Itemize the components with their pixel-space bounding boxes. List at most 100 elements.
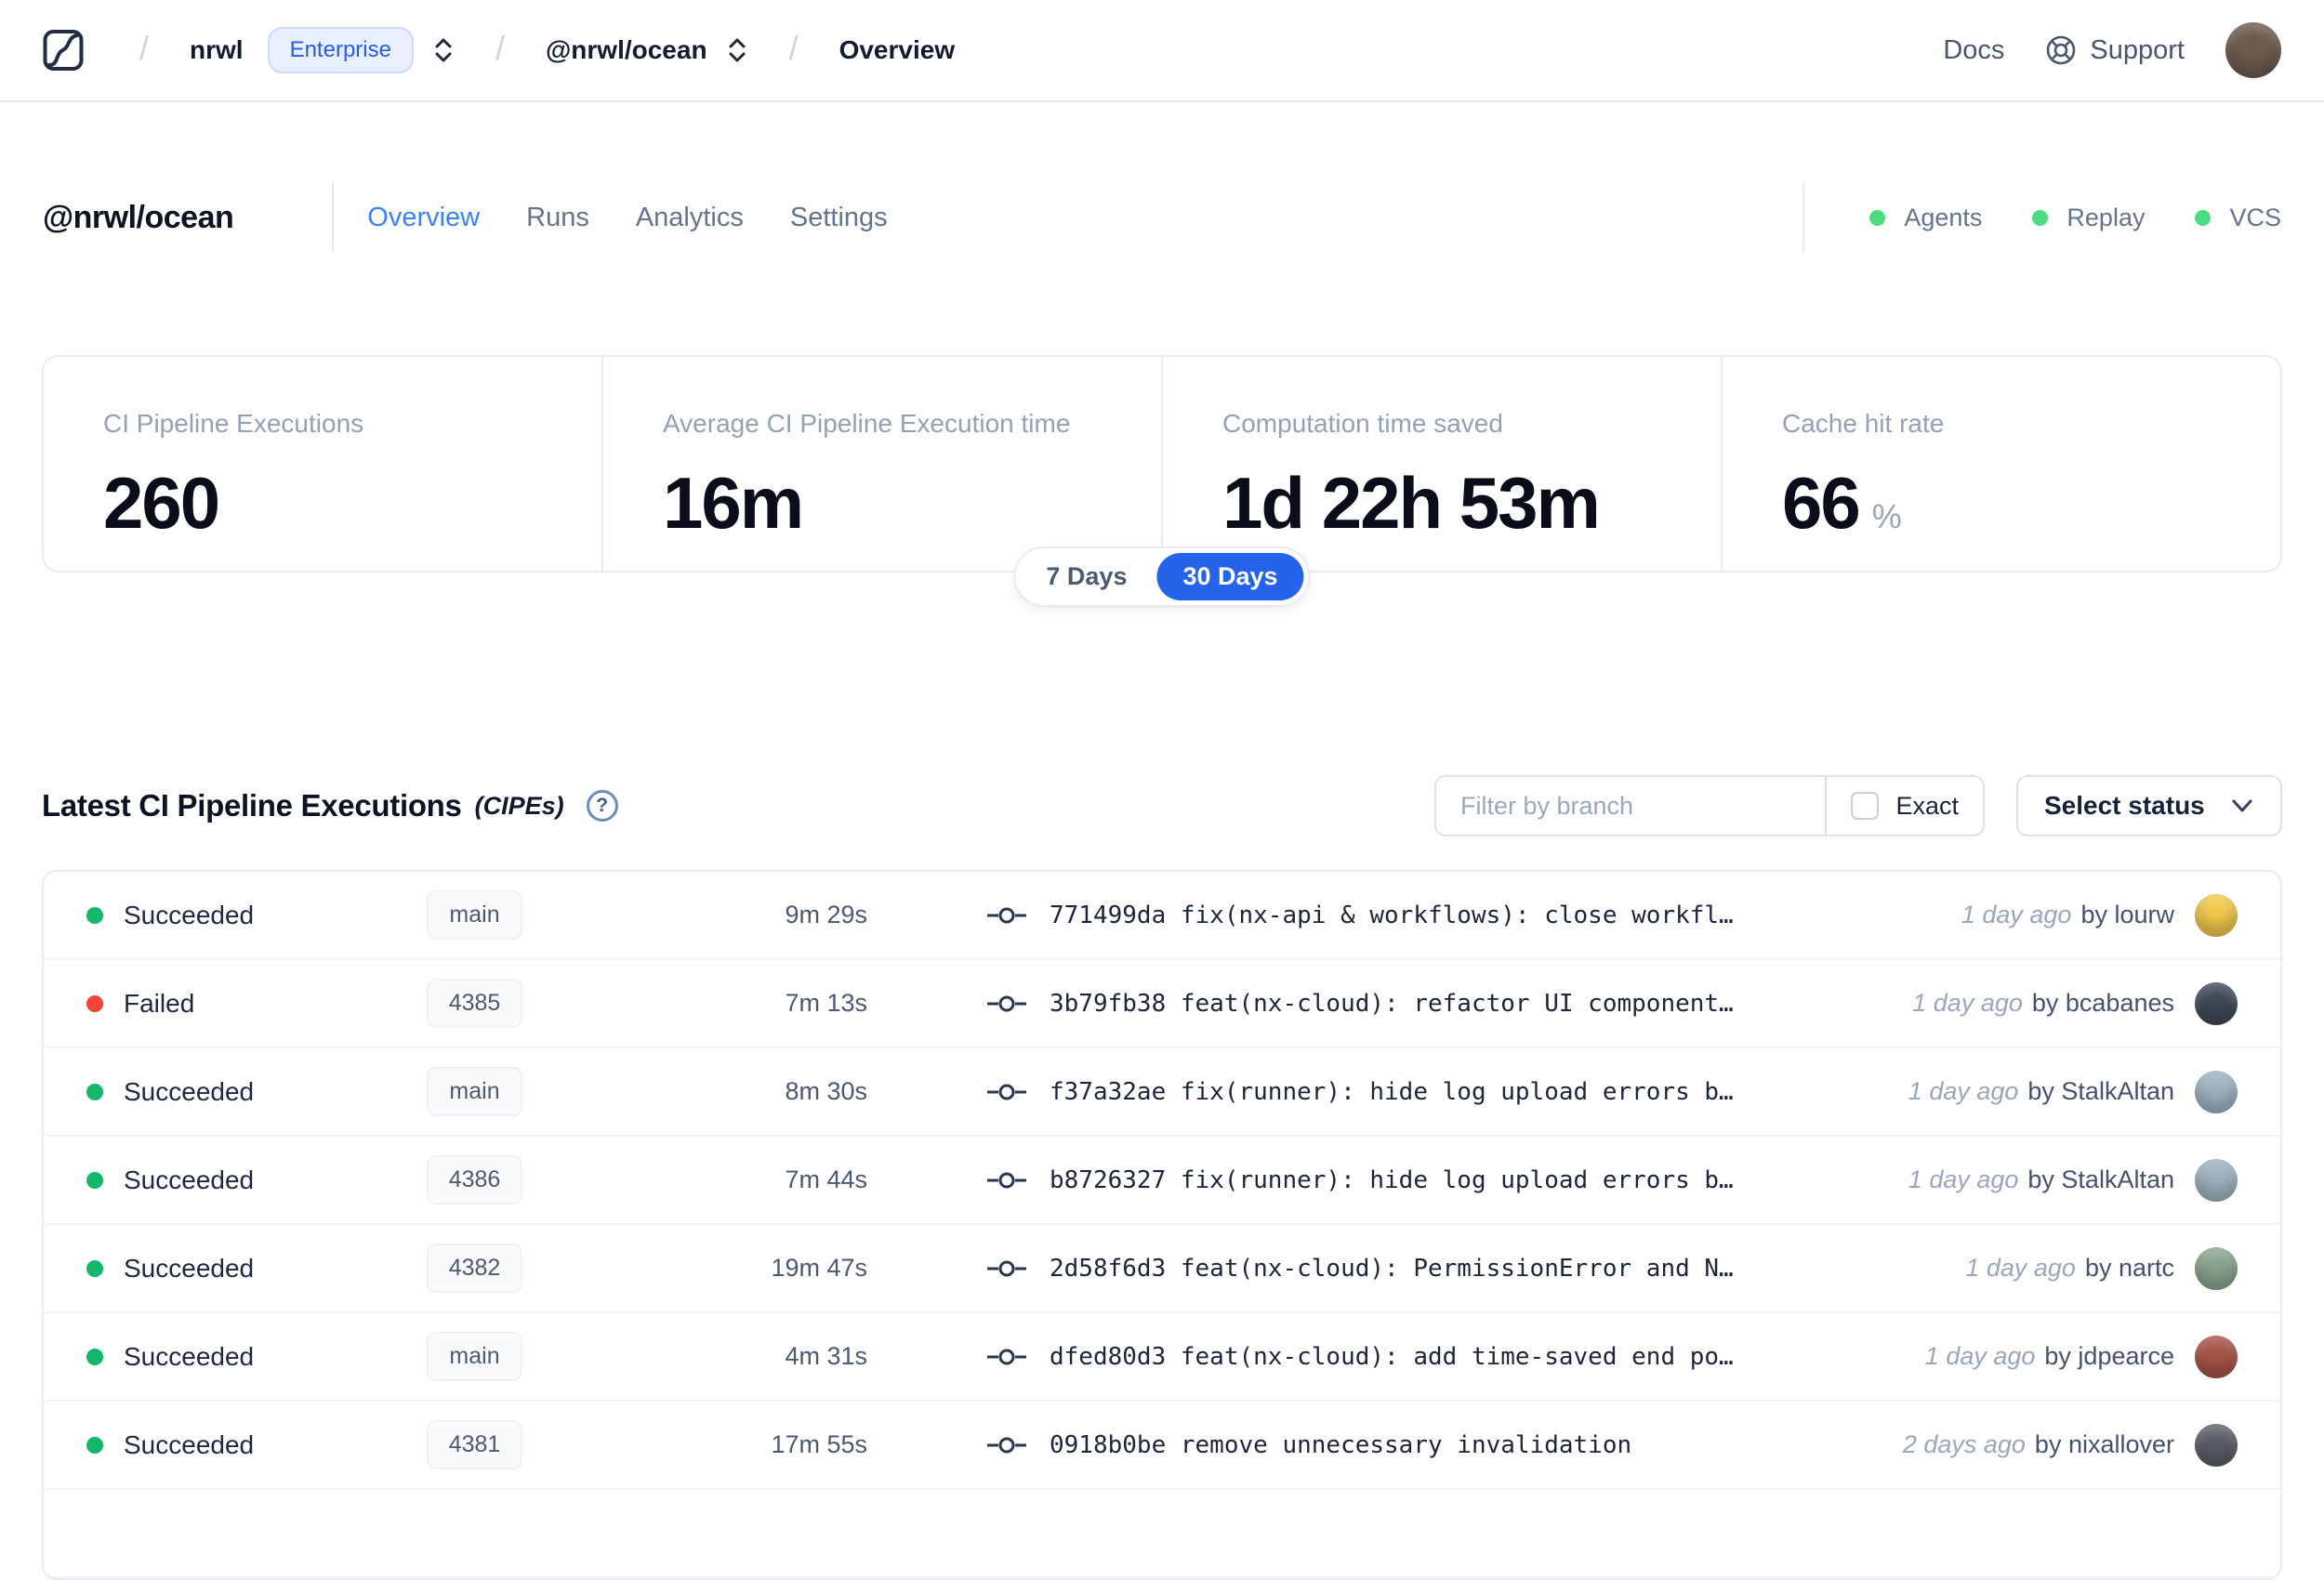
service-replay[interactable]: Replay [2032, 204, 2145, 232]
commit-icon [987, 995, 1026, 1011]
help-icon[interactable]: ? [586, 790, 618, 822]
branch-badge[interactable]: 4381 [426, 1420, 523, 1469]
tab-overview[interactable]: Overview [367, 203, 480, 233]
table-row[interactable]: Succeeded main 9m 29s 771499da fix(nx-ap… [44, 872, 2280, 960]
breadcrumb-separator: / [495, 29, 505, 67]
table-row[interactable]: Succeeded main 4m 31s dfed80d3 feat(nx-c… [44, 1313, 2280, 1402]
life-ring-icon [2047, 35, 2076, 65]
branch-badge[interactable]: main [427, 1332, 522, 1381]
commit-message[interactable]: 0918b0be remove unnecessary invalidation [1050, 1431, 1631, 1459]
duration: 9m 29s [785, 901, 867, 928]
workspace-selector-icon[interactable] [726, 35, 748, 65]
breadcrumb: / nrwl Enterprise / @nrwl/ocean / Overvi… [43, 27, 955, 73]
commit-message[interactable]: dfed80d3 feat(nx-cloud): add time-saved … [1050, 1343, 1734, 1371]
author: by StalkAltan [2027, 1165, 2174, 1193]
nx-cloud-logo-icon[interactable] [43, 29, 84, 72]
time-ago: 2 days ago [1902, 1430, 2026, 1458]
cipes-controls: Exact Select status [1434, 775, 2282, 836]
table-row[interactable]: Failed 4385 7m 13s 3b79fb38 feat(nx-clou… [44, 960, 2280, 1048]
branch-badge[interactable]: 4386 [426, 1155, 523, 1205]
docs-link[interactable]: Docs [1943, 35, 2004, 66]
plan-badge[interactable]: Enterprise [267, 27, 414, 73]
support-link[interactable]: Support [2045, 34, 2185, 66]
exact-match-group: Exact [1827, 777, 1983, 835]
author-avatar [2195, 1070, 2238, 1113]
commit-message[interactable]: f37a32ae fix(runner): hide log upload er… [1050, 1078, 1734, 1106]
exact-checkbox[interactable] [1851, 792, 1880, 820]
stat-value: 1d 22h 53m [1222, 462, 1601, 544]
stat-card-cache-hit-rate: Cache hit rate 66% [1721, 357, 2280, 571]
author-avatar [2195, 1158, 2238, 1202]
status-label: Succeeded [124, 1076, 255, 1106]
duration: 4m 31s [785, 1342, 867, 1370]
time-ago: 1 day ago [1908, 1165, 2019, 1193]
stats-cards: CI Pipeline Executions 260 Average CI Pi… [42, 355, 2282, 573]
status-dot [86, 906, 103, 924]
top-navbar: / nrwl Enterprise / @nrwl/ocean / Overvi… [0, 0, 2324, 102]
commit-message[interactable]: b8726327 fix(runner): hide log upload er… [1050, 1166, 1734, 1194]
status-dot [86, 1436, 103, 1454]
tab-analytics[interactable]: Analytics [636, 203, 744, 233]
tab-settings[interactable]: Settings [790, 203, 888, 233]
time-ago: 1 day ago [1924, 1342, 2036, 1370]
section-title-abbr: (CIPEs) [474, 791, 564, 820]
author-avatar [2195, 893, 2238, 937]
page-title: @nrwl/ocean [43, 199, 234, 235]
status-label: Succeeded [124, 900, 255, 929]
table-row[interactable]: Succeeded main 8m 30s f37a32ae fix(runne… [44, 1048, 2280, 1137]
branch-badge[interactable]: main [427, 1067, 522, 1116]
commit-message[interactable]: 3b79fb38 feat(nx-cloud): refactor UI com… [1050, 990, 1734, 1018]
tab-runs[interactable]: Runs [526, 203, 589, 233]
status-dot [2195, 209, 2212, 226]
stats-section: CI Pipeline Executions 260 Average CI Pi… [42, 355, 2282, 607]
commit-icon [987, 1172, 1026, 1188]
branch-badge[interactable]: main [427, 890, 522, 940]
table-row-partial [44, 1490, 2280, 1578]
status-label: Succeeded [124, 1341, 255, 1371]
service-vcs[interactable]: VCS [2195, 204, 2281, 232]
duration: 8m 30s [785, 1077, 867, 1105]
status-label: Succeeded [124, 1253, 255, 1283]
author: by jdpearce [2044, 1342, 2174, 1370]
author-avatar [2195, 1246, 2238, 1290]
exact-label[interactable]: Exact [1895, 792, 1959, 821]
branch-badge[interactable]: 4382 [426, 1244, 523, 1293]
stat-value: 16m [663, 462, 804, 544]
status-select[interactable]: Select status [2016, 775, 2282, 836]
commit-message[interactable]: 2d58f6d3 feat(nx-cloud): PermissionError… [1050, 1255, 1734, 1283]
branch-filter-input[interactable] [1436, 777, 1826, 835]
branch-filter: Exact [1434, 775, 1985, 836]
divider [332, 183, 335, 252]
author: by nixallover [2034, 1430, 2174, 1458]
breadcrumb-workspace[interactable]: @nrwl/ocean [546, 35, 707, 65]
author-avatar [2195, 1423, 2238, 1467]
stat-value: 260 [103, 462, 220, 544]
duration: 17m 55s [771, 1430, 867, 1458]
org-selector-icon[interactable] [432, 35, 455, 65]
section-title: Latest CI Pipeline Executions [42, 788, 462, 823]
status-dot [86, 1348, 103, 1365]
commit-icon [987, 1084, 1026, 1099]
range-7-days[interactable]: 7 Days [1020, 553, 1153, 600]
table-row[interactable]: Succeeded 4381 17m 55s 0918b0be remove u… [44, 1402, 2280, 1490]
time-ago: 1 day ago [1961, 901, 2072, 928]
service-agents[interactable]: Agents [1869, 204, 1982, 232]
branch-badge[interactable]: 4385 [426, 979, 523, 1028]
breadcrumb-org[interactable]: nrwl [190, 35, 244, 65]
range-30-days[interactable]: 30 Days [1156, 553, 1304, 600]
table-row[interactable]: Succeeded 4382 19m 47s 2d58f6d3 feat(nx-… [44, 1225, 2280, 1313]
breadcrumb-page: Overview [838, 35, 956, 64]
date-range-toggle: 7 Days 30 Days [1013, 546, 1311, 607]
status-label: Succeeded [124, 1165, 255, 1194]
table-row[interactable]: Succeeded 4386 7m 44s b8726327 fix(runne… [44, 1137, 2280, 1225]
status-dot [2032, 209, 2049, 226]
status-label: Succeeded [124, 1429, 255, 1459]
cipes-section-header: Latest CI Pipeline Executions (CIPEs) ? … [42, 775, 2282, 836]
user-avatar[interactable] [2225, 22, 2281, 78]
workspace-tabs: Overview Runs Analytics Settings [367, 203, 887, 233]
status-dot [86, 1171, 103, 1189]
commit-message[interactable]: 771499da fix(nx-api & workflows): close … [1050, 902, 1734, 929]
status-dot [86, 1259, 103, 1277]
author: by StalkAltan [2027, 1077, 2174, 1105]
time-ago: 1 day ago [1965, 1254, 2076, 1282]
